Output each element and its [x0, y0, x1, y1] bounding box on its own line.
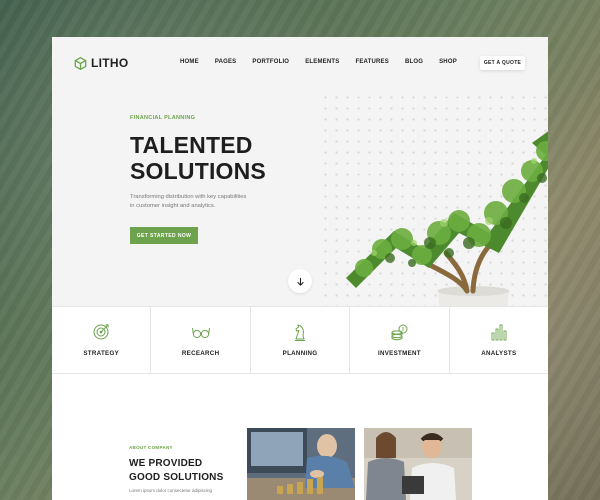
chess-knight-icon — [295, 324, 306, 341]
hero-label: FINANCIAL PLANNING — [130, 115, 196, 121]
hero-description: Transforming distribution with key capab… — [130, 193, 250, 212]
plant-arrow-image — [346, 131, 548, 308]
about-section: ABOUT COMPANY WE PROVIDED GOOD SOLUTIONS… — [52, 374, 548, 500]
coins-laptop-photo — [247, 428, 355, 500]
feature-label: STRATEGY — [83, 350, 120, 357]
feature-investment[interactable]: INVESTMENT — [350, 307, 450, 373]
feature-planning[interactable]: PLANNING — [251, 307, 351, 373]
logo-text: LITHO — [91, 56, 129, 70]
hero-description-line2: in customer insight and analytics. — [130, 203, 216, 210]
bar-chart-icon — [491, 324, 507, 341]
feature-label: PLANNING — [282, 350, 318, 357]
about-title: WE PROVIDED GOOD SOLUTIONS — [129, 457, 223, 484]
scroll-down-button[interactable] — [288, 269, 312, 293]
get-started-button[interactable]: GET STARTED NOW — [130, 227, 198, 244]
feature-label: ANALYSTS — [481, 350, 517, 357]
about-title-line1: WE PROVIDED — [129, 458, 203, 469]
about-text: Lorem ipsum dolor consectetur adipiscing — [129, 488, 213, 493]
feature-label: INVESTMENT — [377, 350, 421, 357]
hero-title-line2: SOLUTIONS — [130, 157, 266, 184]
hero-title: TALENTED SOLUTIONS — [130, 132, 266, 185]
nav-pages[interactable]: PAGES — [215, 59, 237, 65]
glasses-icon — [191, 327, 210, 339]
arrow-down-icon — [296, 277, 304, 286]
feature-strategy[interactable]: STRATEGY — [52, 307, 152, 373]
nav-home[interactable]: HOME — [180, 59, 199, 65]
about-title-line2: GOOD SOLUTIONS — [129, 471, 224, 483]
feature-label: RECEARCH — [181, 350, 220, 357]
hero-title-line1: TALENTED — [130, 132, 253, 158]
logo-cube-icon — [74, 56, 87, 70]
coins-icon — [391, 324, 408, 341]
feature-research[interactable]: RECEARCH — [151, 307, 251, 373]
office-team-photo — [364, 428, 472, 500]
target-icon — [93, 324, 109, 340]
logo[interactable]: LITHO — [74, 56, 129, 70]
features-row: STRATEGY RECEARCH PLANNING INVESTMENT AN… — [52, 306, 548, 374]
website-mockup: LITHO HOME PAGES PORTFOLIO ELEMENTS FEAT… — [52, 37, 548, 500]
about-label: ABOUT COMPANY — [129, 445, 173, 450]
hero-description-line1: Transforming distribution with key capab… — [130, 194, 247, 200]
feature-analysts[interactable]: ANALYSTS — [450, 307, 548, 373]
